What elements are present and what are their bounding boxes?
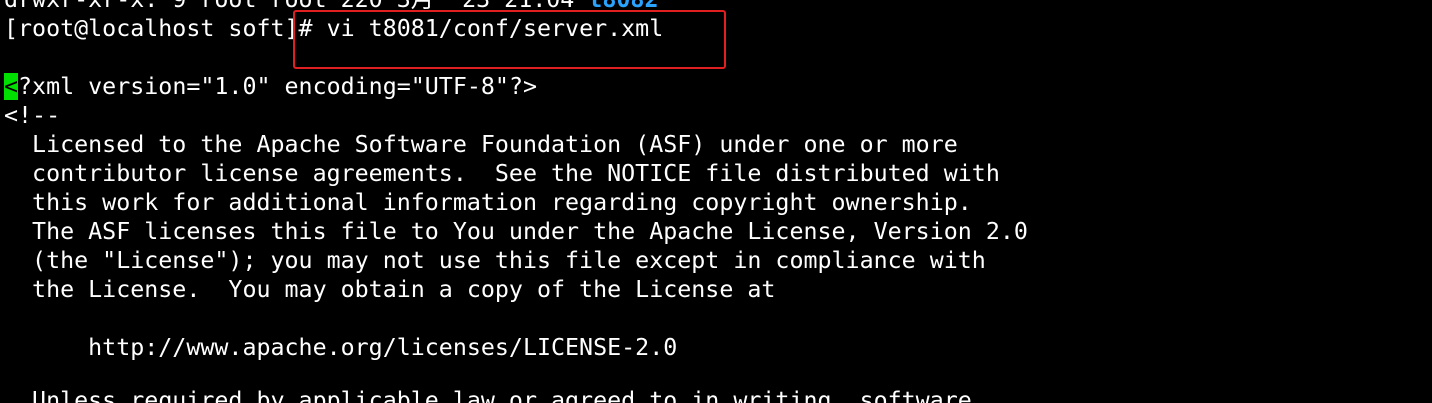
comment-open-line: <!-- <box>4 102 61 129</box>
xml-declaration-line: <?xml version="1.0" encoding="UTF-8"?> <box>4 72 537 101</box>
license-url-line: http://www.apache.org/licenses/LICENSE-2… <box>4 334 678 361</box>
license-line: (the "License"); you may not use this fi… <box>4 247 986 274</box>
editor-cursor: < <box>4 73 19 100</box>
terminal-window[interactable]: drwxr-xr-x. 9 root root 220 3月 23 21:04 … <box>0 0 1432 403</box>
partial-bottom-line: Unless required by applicable law or agr… <box>4 387 972 403</box>
xml-declaration: ?xml version="1.0" encoding="UTF-8"?> <box>18 73 537 100</box>
license-line: Licensed to the Apache Software Foundati… <box>4 131 958 158</box>
shell-prompt: [root@localhost soft] <box>4 15 299 42</box>
license-line: the License. You may obtain a copy of th… <box>4 276 776 303</box>
license-line: The ASF licenses this file to You under … <box>4 218 1028 245</box>
command-highlight-box <box>293 10 726 69</box>
license-line: contributor license agreements. See the … <box>4 160 1000 187</box>
license-line: this work for additional information reg… <box>4 189 972 216</box>
